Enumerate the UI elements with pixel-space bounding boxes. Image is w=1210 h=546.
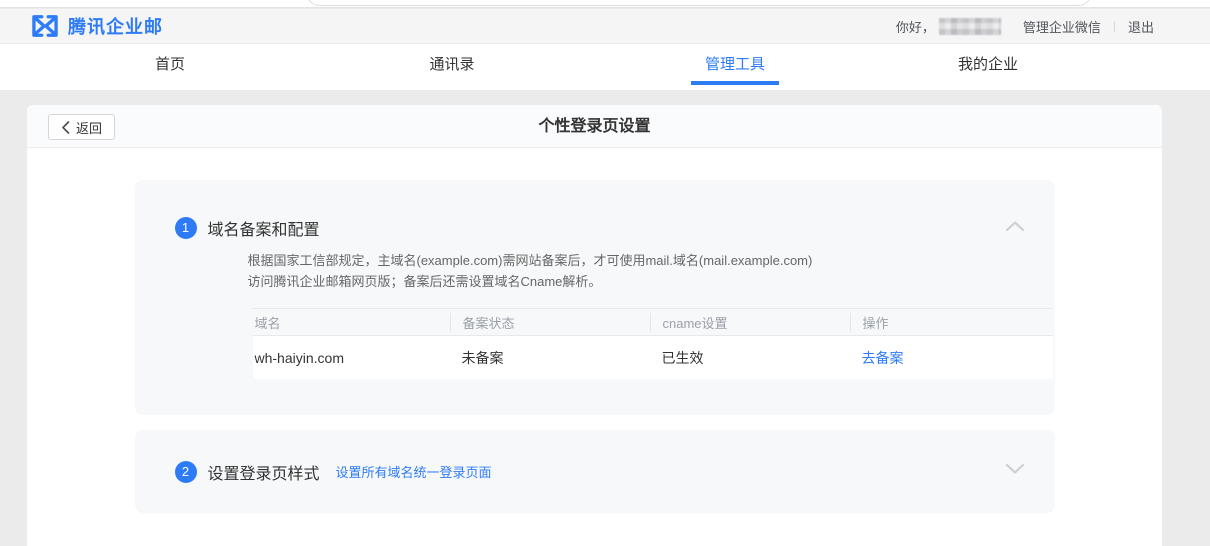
section1-title: 域名备案和配置 <box>208 216 320 240</box>
column-header-action: 操作 <box>850 313 1053 332</box>
cell-record-status: 未备案 <box>450 348 650 368</box>
topbar-right: 你好， 管理企业微信 | 退出 <box>896 17 1154 36</box>
logo[interactable]: 腾讯企业邮 <box>30 13 163 39</box>
topbar-divider: | <box>1113 19 1116 33</box>
back-button[interactable]: 返回 <box>48 114 115 140</box>
domain-table: 域名 备案状态 cname设置 操作 wh-haiyin.com 未备案 已生效… <box>253 308 1053 379</box>
manage-wechat-link[interactable]: 管理企业微信 <box>1023 17 1101 36</box>
nav-tab-contacts[interactable]: 通讯录 <box>429 44 474 90</box>
column-header-record-status: 备案状态 <box>450 313 650 332</box>
go-record-link[interactable]: 去备案 <box>862 350 904 366</box>
domain-table-header-row: 域名 备案状态 cname设置 操作 <box>253 308 1053 336</box>
section-login-style-card: 2 设置登录页样式 设置所有域名统一登录页面 <box>135 430 1055 513</box>
username-redacted <box>939 18 1001 35</box>
cell-cname-status: 已生效 <box>650 348 850 368</box>
step2-number-badge: 2 <box>175 461 197 483</box>
chevron-left-icon <box>61 121 70 134</box>
cell-domain-name: wh-haiyin.com <box>253 350 450 366</box>
main-panel: 返回 个性登录页设置 1 域名备案和配置 根据国家工信部规定，主域名(examp… <box>27 105 1162 546</box>
browser-chrome-sliver <box>0 0 1210 8</box>
page-header: 返回 个性登录页设置 <box>27 105 1162 148</box>
nav-tab-my-company[interactable]: 我的企业 <box>958 44 1018 90</box>
browser-omnibox-edge <box>306 0 1092 6</box>
section1-description-line1: 根据国家工信部规定，主域名(example.com)需网站备案后，才可使用mai… <box>248 250 1015 271</box>
chevron-up-icon[interactable] <box>1005 220 1025 232</box>
back-button-label: 返回 <box>76 118 102 137</box>
chevron-down-icon[interactable] <box>1005 463 1025 475</box>
page-title: 个性登录页设置 <box>538 105 650 148</box>
step1-number-badge: 1 <box>175 217 197 239</box>
topbar: 腾讯企业邮 你好， 管理企业微信 | 退出 <box>0 9 1210 44</box>
section1-header: 1 域名备案和配置 <box>175 216 1015 240</box>
nav-tab-home[interactable]: 首页 <box>155 44 185 90</box>
exmail-logo-icon <box>30 14 60 38</box>
column-header-domain: 域名 <box>253 313 450 332</box>
section1-description-line2: 访问腾讯企业邮箱网页版；备案后还需设置域名Cname解析。 <box>248 271 1015 292</box>
logout-link[interactable]: 退出 <box>1128 17 1154 36</box>
main-nav: 首页 通讯录 管理工具 我的企业 <box>0 44 1210 90</box>
section2-header: 2 设置登录页样式 设置所有域名统一登录页面 <box>175 460 492 484</box>
unified-login-page-link[interactable]: 设置所有域名统一登录页面 <box>336 462 492 481</box>
nav-tab-admin-tools[interactable]: 管理工具 <box>705 44 765 90</box>
section1-description: 根据国家工信部规定，主域名(example.com)需网站备案后，才可使用mai… <box>248 250 1015 292</box>
section-domain-record-card: 1 域名备案和配置 根据国家工信部规定，主域名(example.com)需网站备… <box>135 180 1055 415</box>
section2-title: 设置登录页样式 <box>208 460 320 484</box>
greeting-text: 你好， <box>896 17 935 36</box>
logo-text: 腾讯企业邮 <box>68 13 163 39</box>
table-row: wh-haiyin.com 未备案 已生效 去备案 <box>253 336 1053 379</box>
column-header-cname-setting: cname设置 <box>650 313 850 332</box>
panel-body: 1 域名备案和配置 根据国家工信部规定，主域名(example.com)需网站备… <box>27 148 1162 513</box>
